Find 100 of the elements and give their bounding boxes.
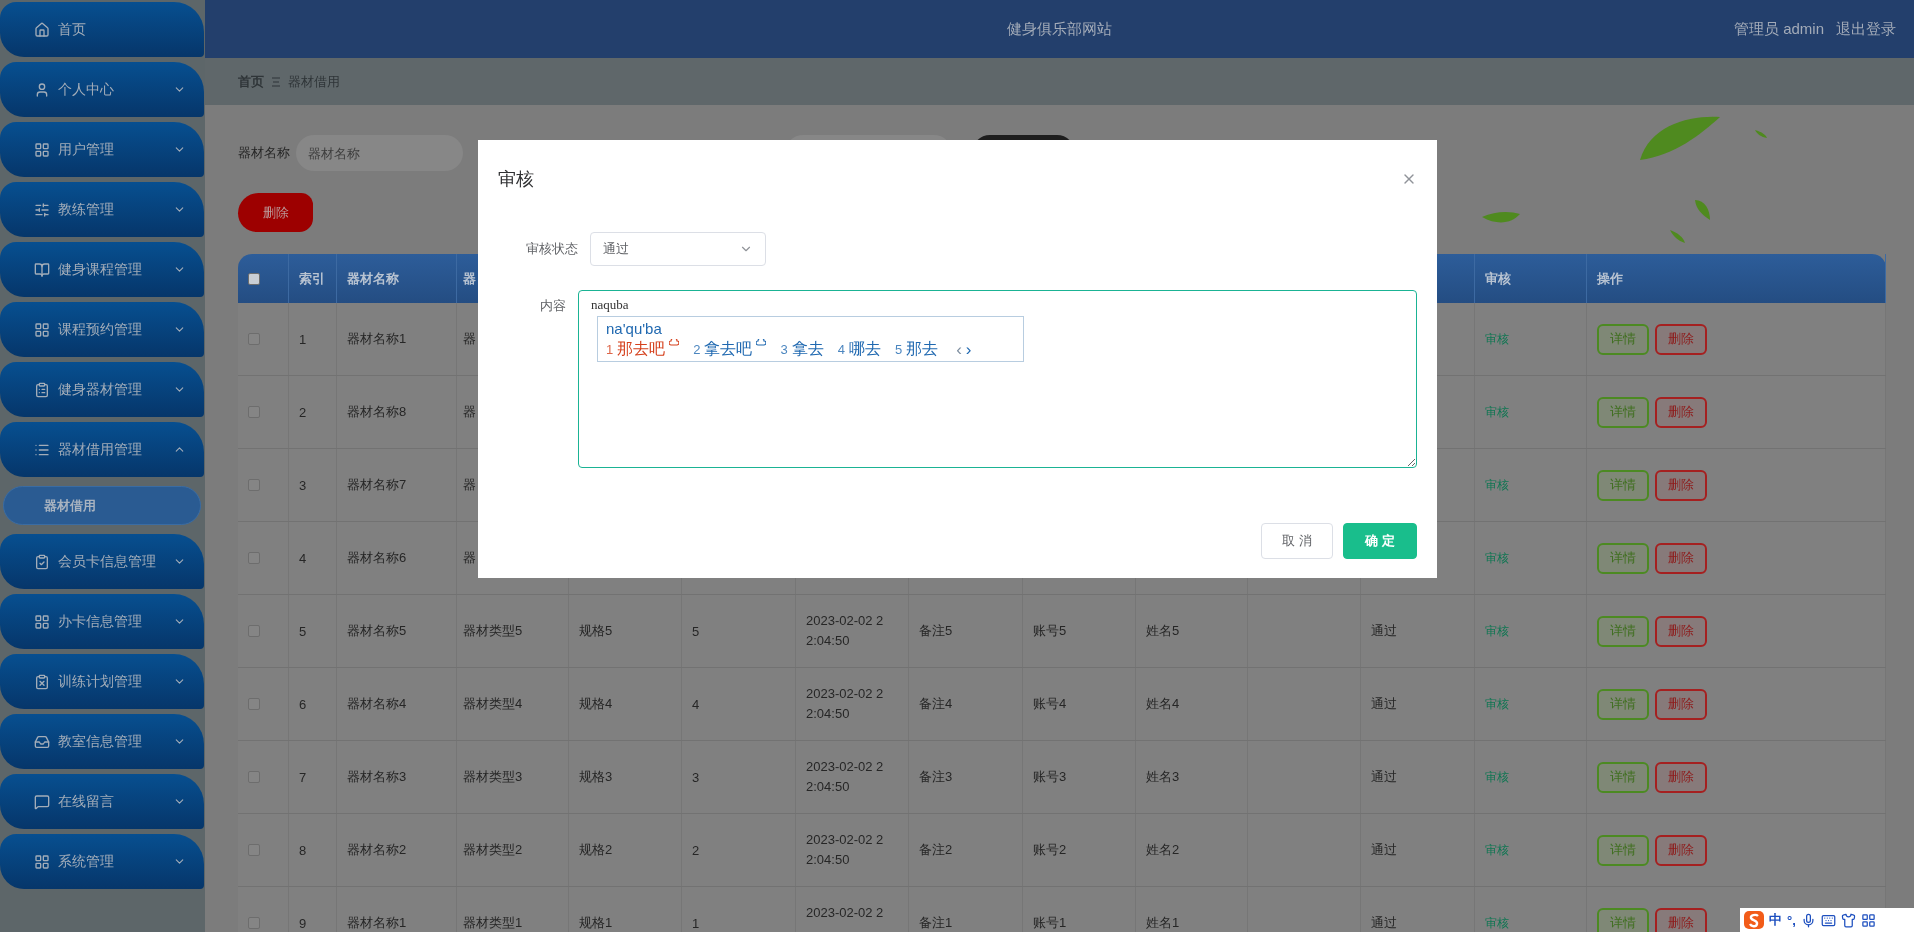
ime-candidate[interactable]: 1 那去吧 <box>606 339 680 360</box>
table-cell: 账号1 <box>1033 914 1067 932</box>
search-label: 器材名称 <box>238 144 290 162</box>
sidebar-item[interactable]: 办卡信息管理 <box>0 594 204 649</box>
sliders-icon <box>34 201 50 218</box>
table-cell: 器材名称7 <box>347 476 407 494</box>
checkbox[interactable] <box>248 917 260 929</box>
sidebar-item[interactable]: 课程预约管理 <box>0 302 204 357</box>
status-select[interactable]: 通过 <box>590 232 766 266</box>
checkbox[interactable] <box>248 406 260 418</box>
next-page-button[interactable]: › <box>963 339 974 360</box>
clipboard-check-icon <box>34 553 50 570</box>
details-button[interactable]: 详情 <box>1597 323 1649 355</box>
ime-logo-icon[interactable] <box>1744 911 1764 929</box>
details-button[interactable]: 详情 <box>1597 396 1649 428</box>
column-header: 操作 <box>1597 269 1623 288</box>
table-cell: 通过 <box>1371 914 1397 932</box>
checkbox[interactable] <box>248 771 260 783</box>
user-label: 管理员 admin <box>1733 19 1824 39</box>
table-cell: 器材名称6 <box>347 549 407 567</box>
cancel-button[interactable]: 取 消 <box>1261 523 1333 559</box>
table-cell: 9 <box>299 915 307 931</box>
details-button[interactable]: 详情 <box>1597 469 1649 501</box>
sidebar-item[interactable]: 会员卡信息管理 <box>0 534 204 589</box>
shirt-icon[interactable] <box>1840 912 1856 928</box>
table-cell-text: 2023-02-02 22:04:50 <box>806 831 885 869</box>
table-cell: 器材名称1 <box>347 330 407 348</box>
ime-punctuation[interactable]: °, <box>1787 912 1796 928</box>
delete-button[interactable]: 删除 <box>1655 469 1707 501</box>
table-cell: 器材名称5 <box>347 622 407 640</box>
details-button[interactable]: 详情 <box>1597 761 1649 793</box>
delete-button[interactable]: 删除 <box>1655 323 1707 355</box>
sidebar-item[interactable]: 在线留言 <box>0 774 204 829</box>
ime-candidate[interactable]: 2 拿去吧 <box>693 339 767 360</box>
keyboard-icon[interactable] <box>1820 912 1836 928</box>
delete-button[interactable]: 删除 <box>1655 761 1707 793</box>
sidebar-item[interactable]: 健身课程管理 <box>0 242 204 297</box>
sidebar-item[interactable]: 训练计划管理 <box>0 654 204 709</box>
sidebar-subitem[interactable]: 器材借用 <box>3 486 201 525</box>
table-cell: 器 <box>463 476 476 494</box>
ime-candidate[interactable]: 3 拿去 <box>780 339 824 360</box>
clipboard-x-icon <box>34 673 50 690</box>
checkbox[interactable] <box>248 625 260 637</box>
details-button[interactable]: 详情 <box>1597 834 1649 866</box>
table-cell: 1 <box>692 915 700 931</box>
sidebar-item[interactable]: 首页 <box>0 2 204 57</box>
table-cell: 备注5 <box>919 622 953 640</box>
delete-button[interactable]: 删除 <box>1655 907 1707 932</box>
table-cell: 5 <box>299 623 307 639</box>
checkbox[interactable] <box>248 333 260 345</box>
details-button[interactable]: 详情 <box>1597 542 1649 574</box>
user-icon <box>34 81 50 98</box>
grid-icon[interactable] <box>1860 912 1876 928</box>
sidebar-item[interactable]: 器材借用管理 <box>0 422 204 477</box>
delete-button[interactable]: 删除 <box>1655 542 1707 574</box>
ime-mode[interactable]: 中 <box>1769 911 1782 929</box>
grid-icon <box>34 321 50 338</box>
checkbox[interactable] <box>248 552 260 564</box>
sidebar-item[interactable]: 教室信息管理 <box>0 714 204 769</box>
sidebar-item[interactable]: 健身器材管理 <box>0 362 204 417</box>
ime-candidate[interactable]: 4 哪去 <box>837 339 881 360</box>
logout-link[interactable]: 退出登录 <box>1836 19 1896 39</box>
table-cell: 姓名4 <box>1146 695 1180 713</box>
sidebar-item[interactable]: 用户管理 <box>0 122 204 177</box>
clipboard-icon <box>34 381 50 398</box>
delete-button[interactable]: 删除 <box>1655 615 1707 647</box>
ime-candidate[interactable]: 5 那去 <box>894 339 939 360</box>
sidebar-item[interactable]: 系统管理 <box>0 834 204 889</box>
table-cell: 姓名3 <box>1146 768 1180 786</box>
details-button[interactable]: 详情 <box>1597 688 1649 720</box>
ime-composition: na'qu'ba <box>606 319 663 339</box>
details-button[interactable]: 详情 <box>1597 907 1649 932</box>
table-cell: 器材类型4 <box>463 695 523 713</box>
home-icon <box>34 21 50 38</box>
column-header: 索引 <box>299 269 325 288</box>
delete-button[interactable]: 删除 <box>1655 834 1707 866</box>
table-cell: 3 <box>692 769 700 785</box>
table-cell: 规格5 <box>579 622 613 640</box>
separator-icon <box>272 76 280 87</box>
dialog-title: 审核 <box>498 168 534 191</box>
table-cell: 器材类型5 <box>463 622 523 640</box>
table-cell: 账号4 <box>1033 695 1067 713</box>
microphone-icon[interactable] <box>1800 912 1816 928</box>
delete-button[interactable]: 删除 <box>1655 688 1707 720</box>
confirm-button[interactable]: 确 定 <box>1343 523 1417 559</box>
sidebar-item[interactable]: 个人中心 <box>0 62 204 117</box>
delete-button[interactable]: 删除 <box>1655 396 1707 428</box>
book-icon <box>34 261 50 278</box>
checkbox[interactable] <box>248 272 260 285</box>
table-cell: 8 <box>299 842 307 858</box>
table-cell: 器材类型3 <box>463 768 523 786</box>
details-button[interactable]: 详情 <box>1597 615 1649 647</box>
delete-button[interactable]: 删除 <box>238 193 313 232</box>
checkbox[interactable] <box>248 844 260 856</box>
sidebar-item[interactable]: 教练管理 <box>0 182 204 237</box>
search-field[interactable]: 器材名称 <box>296 135 463 171</box>
table-cell: 备注2 <box>919 841 953 859</box>
table-cell-text: 2023-02-02 2 <box>806 904 885 922</box>
checkbox[interactable] <box>248 698 260 710</box>
checkbox[interactable] <box>248 479 260 491</box>
